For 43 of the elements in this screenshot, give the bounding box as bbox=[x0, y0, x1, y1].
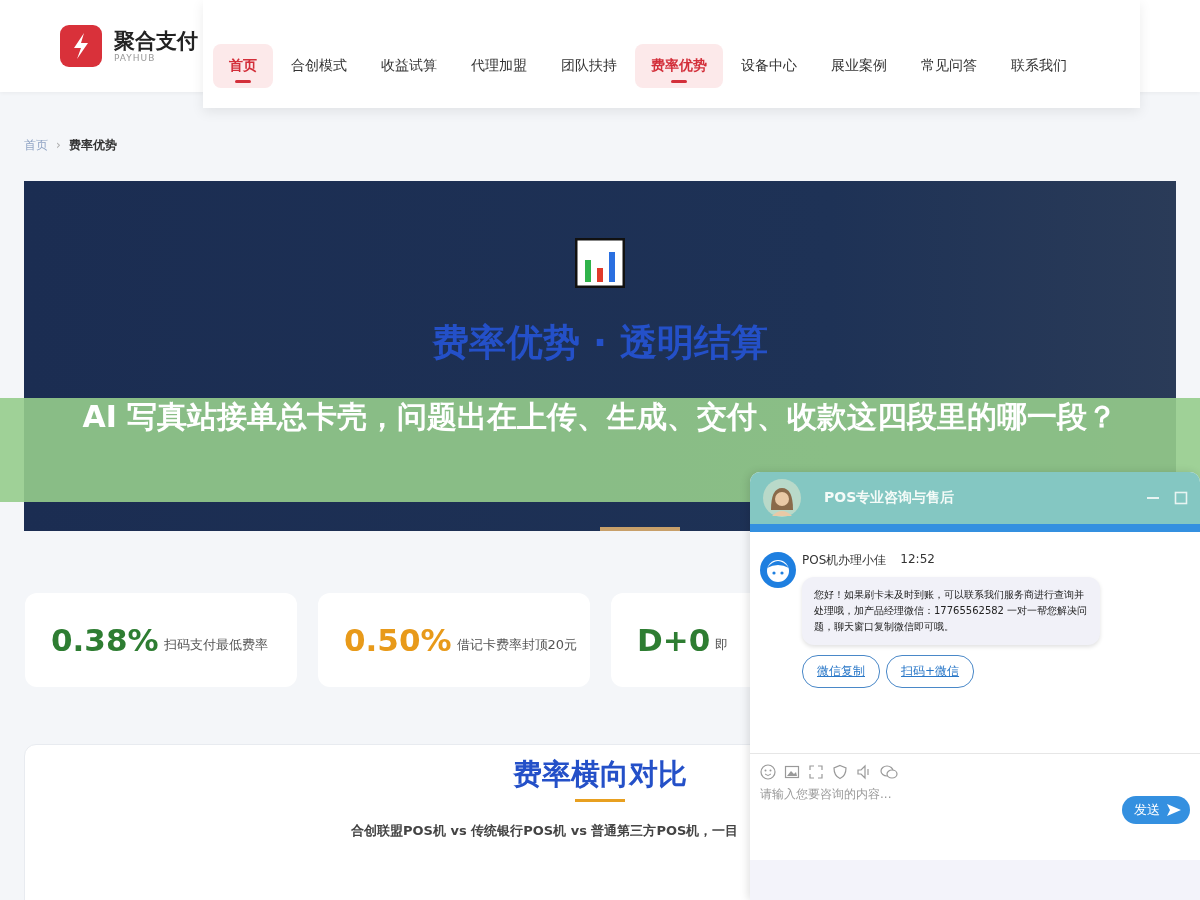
nav-tab[interactable]: 展业案例 bbox=[815, 44, 903, 88]
brand-name: 聚合支付 bbox=[114, 29, 198, 53]
banner-title: AI 写真站接单总卡壳，问题出在上传、生成、交付、收款这四段里的哪一段？ bbox=[81, 400, 1119, 433]
speaker-icon[interactable] bbox=[856, 764, 872, 780]
nav-tab[interactable]: 常见问答 bbox=[905, 44, 993, 88]
quick-reply-button[interactable]: 微信复制 bbox=[802, 655, 880, 688]
stat-label: 即 bbox=[715, 636, 729, 654]
bar-chart-icon bbox=[575, 238, 625, 288]
message-time: 12:52 bbox=[900, 552, 935, 568]
emoji-icon[interactable] bbox=[760, 764, 776, 780]
stat-label: 借记卡费率封顶20元 bbox=[456, 636, 578, 654]
nav-tab[interactable]: 设备中心 bbox=[725, 44, 813, 88]
chat-bubbles-icon[interactable] bbox=[880, 764, 898, 780]
nav-tab[interactable]: 合创模式 bbox=[275, 44, 363, 88]
stat-value: D+0 bbox=[637, 622, 711, 658]
agent-name: POS机办理小佳 bbox=[802, 552, 887, 569]
lightning-logo-icon bbox=[60, 25, 102, 67]
agent-avatar-icon bbox=[760, 552, 796, 588]
stat-value: 0.50% bbox=[344, 622, 452, 658]
brand-subtitle: PAYHUB bbox=[114, 53, 157, 63]
nav-tab[interactable]: 首页 bbox=[213, 44, 273, 88]
image-icon[interactable] bbox=[784, 764, 800, 780]
maximize-icon[interactable] bbox=[1174, 491, 1188, 505]
nav-tab[interactable]: 团队扶持 bbox=[545, 44, 633, 88]
stat-value: 0.38% bbox=[51, 622, 159, 658]
nav-tab[interactable]: 联系我们 bbox=[995, 44, 1083, 88]
fullscreen-icon[interactable] bbox=[808, 764, 824, 780]
quick-reply-button[interactable]: 扫码+微信 bbox=[886, 655, 975, 688]
shield-icon[interactable] bbox=[832, 764, 848, 780]
chat-title: POS专业咨询与售后 bbox=[824, 489, 956, 507]
breadcrumb-item: 费率优势 bbox=[68, 136, 117, 154]
chat-message: 您好！如果刷卡未及时到账，可以联系我们服务商进行查询并处理哦，加产品经理微信：17765562582 一对一帮您解决问题，聊天窗口复制微信即可哦。 bbox=[802, 577, 1100, 645]
nav-tab[interactable]: 收益试算 bbox=[365, 44, 453, 88]
title-underline bbox=[575, 799, 625, 802]
section-title: 费率横向对比 bbox=[513, 756, 687, 793]
hero-title: 费率优势 · 透明结算 bbox=[432, 320, 768, 366]
avatar-icon bbox=[762, 478, 802, 518]
stat-label: 扫码支付最低费率 bbox=[163, 636, 268, 654]
send-icon bbox=[1166, 803, 1182, 817]
breadcrumb-separator: › bbox=[56, 138, 61, 152]
nav-tab[interactable]: 代理加盟 bbox=[455, 44, 543, 88]
nav-tab[interactable]: 费率优势 bbox=[635, 44, 723, 88]
section-subtitle: 合创联盟POS机 vs 传统银行POS机 vs 普通第三方POS机，一目 bbox=[351, 822, 739, 840]
